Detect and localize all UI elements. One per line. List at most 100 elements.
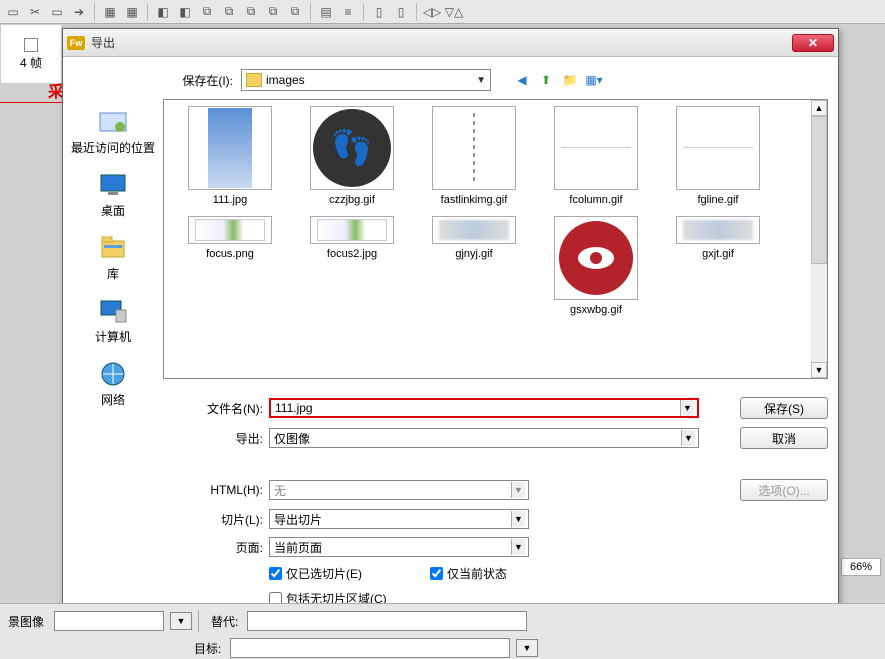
chevron-down-icon[interactable]: ▼: [681, 430, 695, 446]
file-item[interactable]: gjnyj.gif: [426, 216, 522, 316]
zoom-display[interactable]: 66%: [841, 558, 881, 576]
frames-label: 4 帧: [20, 54, 42, 71]
red-line: [0, 102, 62, 103]
file-item[interactable]: gxjt.gif: [670, 216, 766, 316]
tb-arrow-icon[interactable]: ➔: [70, 3, 88, 21]
file-item[interactable]: 👣czzjbg.gif: [304, 106, 400, 206]
save-in-value: images: [266, 73, 305, 87]
tb-group2-icon[interactable]: ⧉: [220, 3, 238, 21]
bg-image-dropdown[interactable]: ▼: [170, 612, 192, 630]
tb-cut-icon[interactable]: ✂: [26, 3, 44, 21]
chevron-down-icon[interactable]: ▼: [511, 482, 525, 498]
file-item[interactable]: focus2.jpg: [304, 216, 400, 316]
desktop-icon: [96, 170, 130, 200]
chevron-down-icon[interactable]: ▼: [511, 539, 525, 555]
options-button[interactable]: 选项(O)...: [740, 479, 828, 501]
place-label: 最近访问的位置: [71, 139, 155, 156]
save-button[interactable]: 保存(S): [740, 397, 828, 419]
frames-icon: [24, 38, 38, 52]
file-item[interactable]: fcolumn.gif: [548, 106, 644, 206]
bg-image-input[interactable]: [54, 611, 164, 631]
save-in-label: 保存在(I):: [163, 72, 233, 89]
tb-group1-icon[interactable]: ⧉: [198, 3, 216, 21]
file-item[interactable]: fastlinkimg.gif: [426, 106, 522, 206]
place-computer[interactable]: 计算机: [95, 296, 131, 345]
tb-layer1-icon[interactable]: ◧: [154, 3, 172, 21]
export-dialog: Fw 导出 ✕ 最近访问的位置 桌面 库 计算机 网络: [62, 28, 839, 618]
properties-panel: 景图像 ▼ 替代: 目标: ▼: [0, 603, 885, 659]
app-toolbar: ▭ ✂ ▭ ➔ ▦ ▦ ◧ ◧ ⧉ ⧉ ⧉ ⧉ ⧉ ▤ ≡ ▯ ▯ ◁▷ ▽△: [0, 0, 885, 24]
new-folder-icon[interactable]: 📁: [561, 71, 579, 89]
page-combo[interactable]: 当前页面 ▼: [269, 537, 529, 557]
file-list[interactable]: 111.jpg 👣czzjbg.gif fastlinkimg.gif fcol…: [163, 99, 828, 379]
save-in-combo[interactable]: images ▼: [241, 69, 491, 91]
file-item[interactable]: fgline.gif: [670, 106, 766, 206]
file-item[interactable]: 111.jpg: [182, 106, 278, 206]
place-label: 桌面: [101, 202, 125, 219]
tb-grid1-icon[interactable]: ▦: [101, 3, 119, 21]
place-label: 网络: [101, 391, 125, 408]
tb-group3-icon[interactable]: ⧉: [242, 3, 260, 21]
slice-combo[interactable]: 导出切片 ▼: [269, 509, 529, 529]
chevron-down-icon[interactable]: ▼: [511, 511, 525, 527]
network-icon: [96, 359, 130, 389]
tb-layer2-icon[interactable]: ◧: [176, 3, 194, 21]
location-tools: ◀ ⬆ 📁 ▦▾: [513, 71, 603, 89]
view-menu-icon[interactable]: ▦▾: [585, 71, 603, 89]
target-label: 目标:: [194, 640, 224, 657]
target-input[interactable]: [230, 638, 510, 658]
filename-input[interactable]: 111.jpg ▼: [269, 398, 699, 418]
back-icon[interactable]: ◀: [513, 71, 531, 89]
cb-label: 仅已选切片(E): [286, 565, 362, 582]
fw-icon: Fw: [67, 36, 85, 50]
tb-flip-h-icon[interactable]: ◁▷: [423, 3, 441, 21]
cb-selected-slices[interactable]: [269, 567, 282, 580]
target-dropdown[interactable]: ▼: [516, 639, 538, 657]
up-icon[interactable]: ⬆: [537, 71, 555, 89]
place-label: 计算机: [95, 328, 131, 345]
cancel-button[interactable]: 取消: [740, 427, 828, 449]
tb-page-icon[interactable]: ▭: [48, 3, 66, 21]
alt-input[interactable]: [247, 611, 527, 631]
place-desktop[interactable]: 桌面: [96, 170, 130, 219]
dialog-titlebar: Fw 导出 ✕: [63, 29, 838, 57]
folder-icon: [246, 73, 262, 87]
slice-label: 切片(L):: [163, 511, 263, 528]
recent-icon: [96, 107, 130, 137]
filename-label: 文件名(N):: [163, 400, 263, 417]
place-library[interactable]: 库: [96, 233, 130, 282]
tb-flip-v-icon[interactable]: ▽△: [445, 3, 463, 21]
tb-grid2-icon[interactable]: ▦: [123, 3, 141, 21]
scroll-down-icon[interactable]: ▼: [811, 362, 827, 378]
html-combo[interactable]: 无 ▼: [269, 480, 529, 500]
tb-props-icon[interactable]: ▤: [317, 3, 335, 21]
scroll-up-icon[interactable]: ▲: [811, 100, 827, 116]
tb-group4-icon[interactable]: ⧉: [264, 3, 282, 21]
place-network[interactable]: 网络: [96, 359, 130, 408]
close-button[interactable]: ✕: [792, 34, 834, 52]
tb-new-icon[interactable]: ▭: [4, 3, 22, 21]
scrollbar[interactable]: ▲ ▼: [811, 100, 827, 378]
file-item[interactable]: focus.png: [182, 216, 278, 316]
place-label: 库: [107, 265, 119, 282]
alt-label: 替代:: [211, 613, 241, 630]
html-label: HTML(H):: [163, 483, 263, 497]
places-sidebar: 最近访问的位置 桌面 库 计算机 网络: [63, 57, 163, 617]
frames-panel: 4 帧: [0, 24, 62, 84]
chevron-down-icon: ▼: [476, 75, 486, 86]
dialog-title: 导出: [91, 34, 792, 51]
tb-group5-icon[interactable]: ⧉: [286, 3, 304, 21]
export-label: 导出:: [163, 430, 263, 447]
file-item[interactable]: gsxwbg.gif: [548, 216, 644, 316]
tb-doc2-icon[interactable]: ▯: [392, 3, 410, 21]
place-recent[interactable]: 最近访问的位置: [71, 107, 155, 156]
cb-current-state[interactable]: [430, 567, 443, 580]
chevron-down-icon[interactable]: ▼: [680, 400, 694, 416]
library-icon: [96, 233, 130, 263]
computer-icon: [96, 296, 130, 326]
tb-doc1-icon[interactable]: ▯: [370, 3, 388, 21]
scroll-handle[interactable]: [811, 116, 827, 264]
export-combo[interactable]: 仅图像 ▼: [269, 428, 699, 448]
dialog-main: 保存在(I): images ▼ ◀ ⬆ 📁 ▦▾ 111.jpg 👣czzjb: [163, 57, 838, 617]
tb-align-icon[interactable]: ≡: [339, 3, 357, 21]
